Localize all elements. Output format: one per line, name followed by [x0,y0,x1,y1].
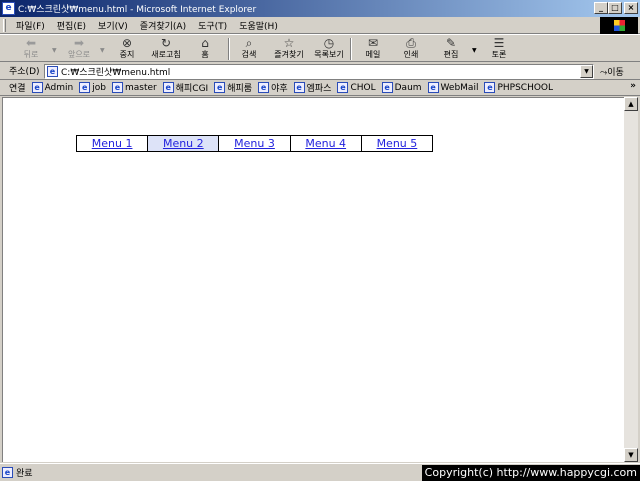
window-controls: _ □ × [594,2,638,14]
page-icon: e [258,82,270,93]
link-label: 해피CGI [175,84,209,94]
link-happyroom[interactable]: e 해피룸 [214,81,252,94]
discuss-button[interactable]: ☰ 토론 [476,36,522,62]
maximize-button[interactable]: □ [608,2,622,14]
link-chol[interactable]: e CHOL [337,82,376,93]
address-input[interactable]: e C:₩스크린샷₩menu.html ▼ [44,64,594,79]
page-icon: e [162,82,174,93]
edit-label: 편집 [443,50,459,59]
toolbar-grip[interactable] [3,18,6,32]
page-icon: e [293,82,305,93]
address-bar: 주소(D) e C:₩스크린샷₩menu.html ▼ ⤳이동 [0,62,640,80]
copyright-notice: Copyright(c) http://www.happycgi.com [421,465,640,481]
discuss-label: 토론 [491,50,507,59]
address-label: 주소(D) [9,67,40,77]
minimize-button[interactable]: _ [594,2,608,14]
link-daum[interactable]: e Daum [381,82,422,93]
menu-cell-4: Menu 4 [290,136,362,151]
menu-link-4[interactable]: Menu 4 [305,137,346,150]
link-label: WebMail [440,82,479,93]
page-icon: e [2,466,13,478]
status-bar: e 완료 Copyright(c) http://www.happycgi.co… [0,463,640,481]
forward-arrow-icon: ➡ [73,36,85,50]
back-label: 뒤로 [23,50,39,59]
home-label: 홈 [201,50,209,59]
link-label: CHOL [350,82,376,93]
link-label: 야후 [271,84,288,94]
address-dropdown-icon[interactable]: ▼ [580,65,593,78]
edit-icon: ✎ [445,36,457,50]
ie-icon: e [2,2,15,15]
page-icon: e [484,82,496,93]
menu-tools[interactable]: 도구(T) [192,19,233,32]
links-more-icon[interactable]: » [630,81,636,91]
menu-cell-5: Menu 5 [361,136,433,151]
link-label: PHPSCHOOL [497,82,554,93]
link-master[interactable]: e master [111,82,157,93]
menu-favorites[interactable]: 즐겨찾기(A) [134,19,192,32]
discuss-icon: ☰ [493,36,505,50]
go-button[interactable]: ⤳이동 [600,65,624,78]
menu-link-2[interactable]: Menu 2 [163,137,204,150]
link-label: Admin [44,82,74,93]
vertical-scrollbar[interactable]: ▲ ▼ [624,97,638,462]
page-icon: e [337,82,349,93]
menu-link-3[interactable]: Menu 3 [234,137,275,150]
link-label: 엠파스 [306,84,332,94]
menu-table: Menu 1 Menu 2 Menu 3 Menu 4 Menu 5 [76,135,433,152]
links-bar: 연결 e Admin e job e master e 해피CGI e 해피룸 e 야후 e… [0,80,640,96]
page-icon: e [47,66,58,77]
back-arrow-icon: ⬅ [25,36,37,50]
page-icon: e [31,82,43,93]
title-bar: e C:₩스크린샷₩menu.html - Microsoft Internet… [0,0,640,17]
page-icon: e [214,82,226,93]
menu-help[interactable]: 도움말(H) [233,19,284,32]
status-text: 완료 [16,468,33,479]
window-title: C:₩스크린샷₩menu.html - Microsoft Internet E… [18,5,257,15]
link-empas[interactable]: e 엠파스 [293,81,332,94]
menu-edit[interactable]: 편집(E) [51,19,92,32]
menu-link-1[interactable]: Menu 1 [92,137,133,150]
page-content: Menu 1 Menu 2 Menu 3 Menu 4 Menu 5 [2,97,624,462]
link-label: master [124,82,157,93]
windows-logo-icon [600,17,638,34]
history-label: 목록보기 [314,50,344,59]
scroll-down-icon[interactable]: ▼ [624,448,638,462]
close-button[interactable]: × [624,2,638,14]
page-icon: e [427,82,439,93]
link-phpschool[interactable]: e PHPSCHOOL [484,82,553,93]
page-icon: e [111,82,123,93]
page-icon: e [79,82,91,93]
link-admin[interactable]: e Admin [31,82,74,93]
menu-view[interactable]: 보기(V) [92,19,134,32]
menu-bar: 파일(F) 편집(E) 보기(V) 즐겨찾기(A) 도구(T) 도움말(H) [0,17,640,34]
menu-file[interactable]: 파일(F) [10,19,51,32]
menu-cell-2: Menu 2 [148,136,220,151]
link-label: Daum [394,82,422,93]
history-button[interactable]: ◷ 목록보기 [306,36,352,62]
link-happycgi[interactable]: e 해피CGI [162,81,209,94]
forward-label: 앞으로 [67,50,91,59]
link-yahoo[interactable]: e 야후 [258,81,288,94]
history-icon: ◷ [323,36,335,50]
scroll-up-icon[interactable]: ▲ [624,97,638,111]
home-button[interactable]: ⌂ 홈 [182,36,228,62]
link-label: job [92,82,106,93]
page-icon: e [381,82,393,93]
forward-button[interactable]: ➡ 앞으로 [56,36,102,62]
link-job[interactable]: e job [79,82,106,93]
menu-link-5[interactable]: Menu 5 [377,137,418,150]
link-label: 해피룸 [227,84,253,94]
menu-cell-3: Menu 3 [219,136,291,151]
link-webmail[interactable]: e WebMail [427,82,479,93]
links-label: 연결 [9,84,26,94]
menu-cell-1: Menu 1 [77,136,149,151]
address-value[interactable]: C:₩스크린샷₩menu.html [61,65,170,78]
edit-button[interactable]: ✎ 편집 [428,36,474,62]
home-icon: ⌂ [201,36,209,50]
standard-toolbar: ⬅ 뒤로 ▼ ➡ 앞으로 ▼ ⊗ 중지 ↻ 새로고침 ⌂ 홈 ⌕ 검색 ☆ 즐겨… [0,34,640,62]
back-button[interactable]: ⬅ 뒤로 [8,36,54,62]
